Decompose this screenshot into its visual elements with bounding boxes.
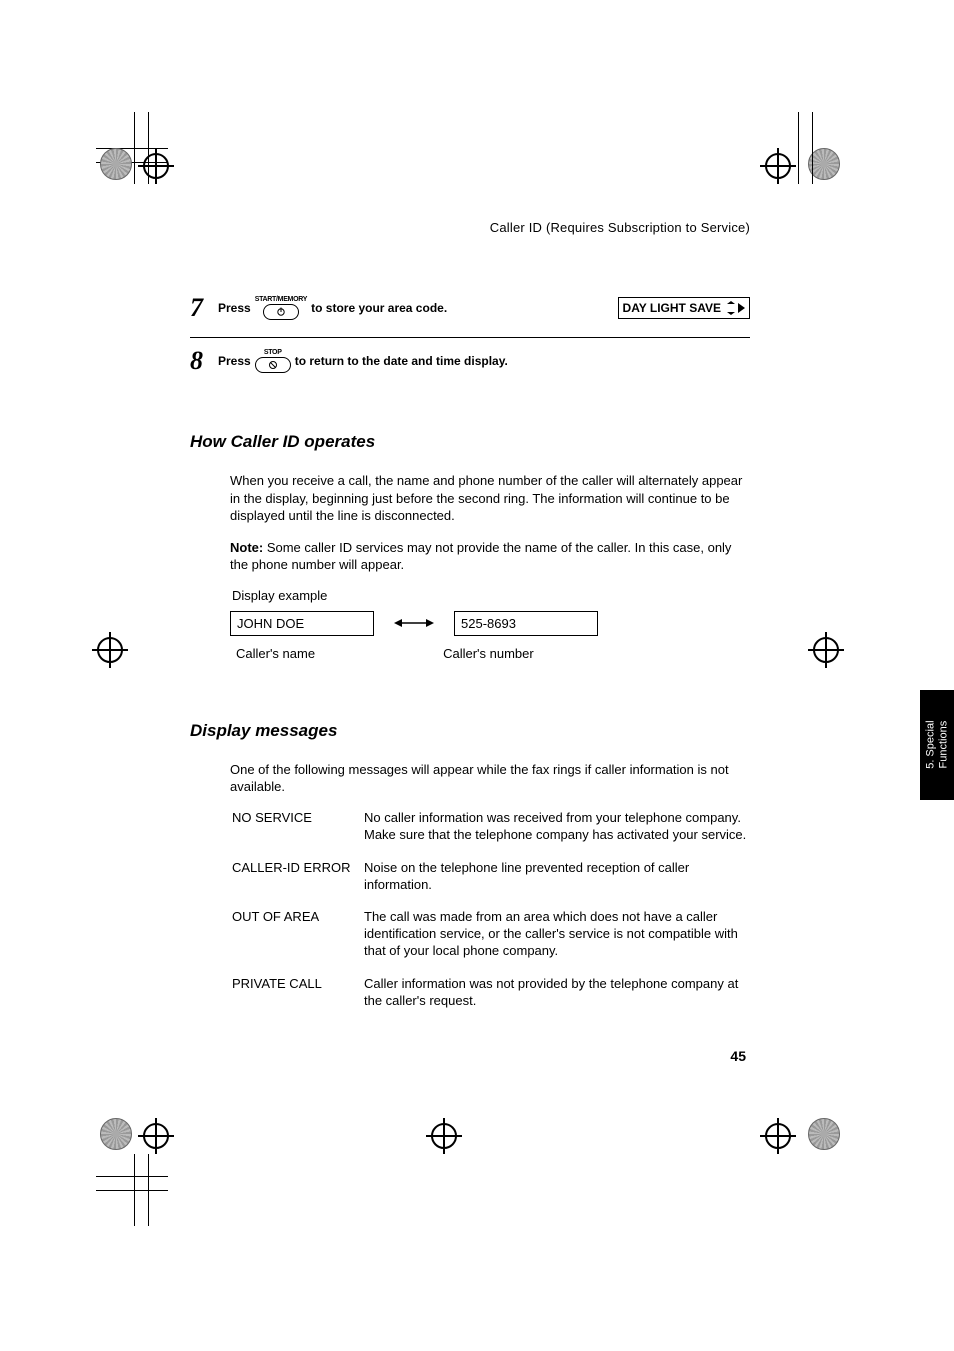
registration-crosshair-icon <box>138 1118 174 1154</box>
step-number: 7 <box>190 293 218 323</box>
registration-disc-icon <box>808 1118 840 1150</box>
registration-crosshair-icon <box>92 632 128 668</box>
table-row: NO SERVICE No caller information was rec… <box>232 810 750 844</box>
page-header: Caller ID (Requires Subscription to Serv… <box>190 220 750 235</box>
stop-key-icon: STOP <box>255 349 291 373</box>
registration-disc-icon <box>100 148 132 180</box>
display-example-label: Display example <box>232 588 750 603</box>
step-post: to return to the date and time display. <box>295 354 508 368</box>
chapter-tab: 5. Special Functions <box>920 690 954 800</box>
msg-desc: Caller information was not provided by t… <box>364 976 750 1010</box>
section2-intro: One of the following messages will appea… <box>230 761 750 796</box>
step-pre: Press <box>218 301 251 315</box>
msg-desc: No caller information was received from … <box>364 810 750 844</box>
section1-paragraph: When you receive a call, the name and ph… <box>230 472 750 525</box>
caption-number: Caller's number <box>443 646 534 661</box>
note-label: Note: <box>230 540 263 555</box>
section-title-display-messages: Display messages <box>190 721 750 741</box>
example-lcd-name: JOHN DOE <box>230 611 374 636</box>
step-7: 7 Press START/MEMORY to store your area … <box>190 285 750 338</box>
step-8: 8 Press STOP to return to the date and t… <box>190 338 750 390</box>
step-number: 8 <box>190 346 218 376</box>
registration-crosshair-icon <box>426 1118 462 1154</box>
registration-crosshair-icon <box>808 632 844 668</box>
caption-name: Caller's name <box>236 646 315 661</box>
key-label: START/MEMORY <box>255 296 307 303</box>
section-title-how-operates: How Caller ID operates <box>190 432 750 452</box>
registration-crosshair-icon <box>138 148 174 184</box>
step-text: Press START/MEMORY to store your area co… <box>218 296 750 320</box>
table-row: OUT OF AREA The call was made from an ar… <box>232 909 750 960</box>
section1-note: Note: Some caller ID services may not pr… <box>230 539 750 574</box>
step-post: to store your area code. <box>311 301 447 315</box>
msg-label: NO SERVICE <box>232 810 364 844</box>
step-text: Press STOP to return to the date and tim… <box>218 349 750 373</box>
registration-crosshair-icon <box>760 148 796 184</box>
lcd-text: DAY LIGHT SAVE <box>623 301 721 315</box>
msg-label: CALLER-ID ERROR <box>232 860 364 894</box>
lcd-display: DAY LIGHT SAVE <box>618 297 750 319</box>
messages-table: NO SERVICE No caller information was rec… <box>232 810 750 1010</box>
msg-desc: The call was made from an area which doe… <box>364 909 750 960</box>
registration-disc-icon <box>100 1118 132 1150</box>
chapter-tab-label: 5. Special Functions <box>924 721 949 769</box>
double-arrow-icon <box>394 617 434 629</box>
registration-crosshair-icon <box>760 1118 796 1154</box>
start-memory-key-icon: START/MEMORY <box>255 296 307 320</box>
table-row: PRIVATE CALL Caller information was not … <box>232 976 750 1010</box>
msg-label: PRIVATE CALL <box>232 976 364 1010</box>
msg-desc: Noise on the telephone line prevented re… <box>364 860 750 894</box>
example-lcd-number: 525-8693 <box>454 611 598 636</box>
msg-label: OUT OF AREA <box>232 909 364 960</box>
step-pre: Press <box>218 354 251 368</box>
note-text: Some caller ID services may not provide … <box>230 540 731 573</box>
key-label: STOP <box>264 349 282 356</box>
nav-arrows-icon <box>727 301 745 315</box>
page-number: 45 <box>730 1048 746 1064</box>
table-row: CALLER-ID ERROR Noise on the telephone l… <box>232 860 750 894</box>
